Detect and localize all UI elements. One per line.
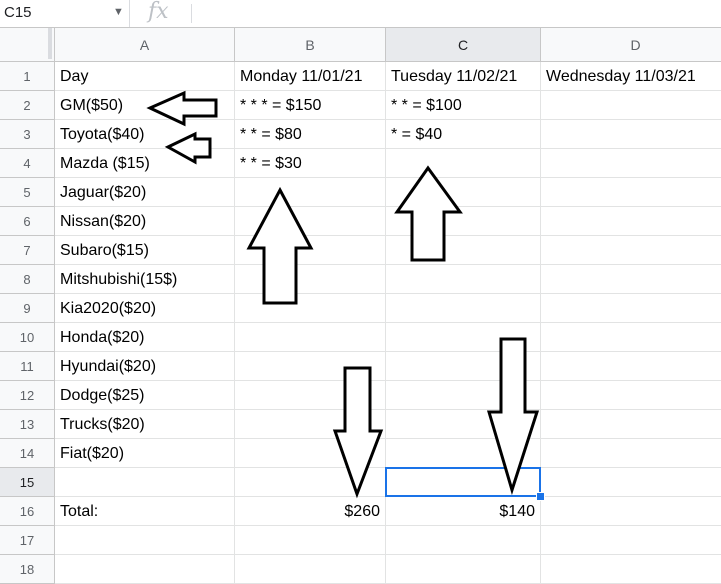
arrow-left-gm: [146, 90, 218, 127]
arrow-down-tuesday-total: [486, 337, 540, 496]
arrow-left-toyota: [164, 131, 212, 165]
annotation-arrows: [146, 90, 540, 499]
arrow-up-tuesday: [394, 165, 463, 262]
arrow-down-monday-total: [332, 366, 384, 499]
arrow-up-monday: [246, 186, 314, 305]
